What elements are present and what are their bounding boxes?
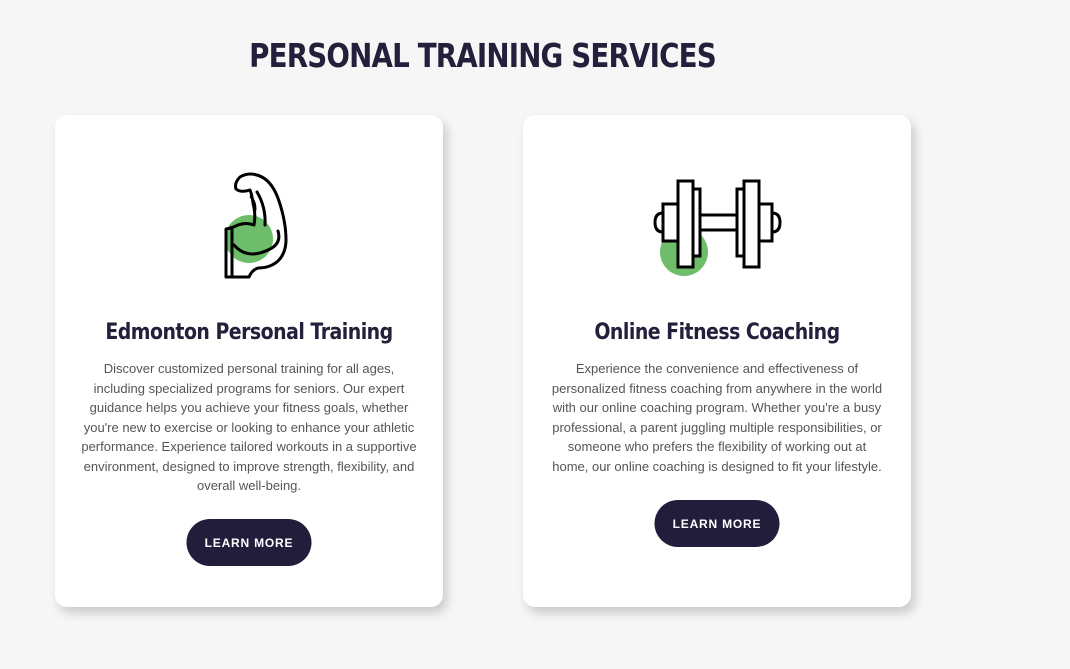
service-card-online-coaching: Online Fitness Coaching Experience the c… [523,115,911,607]
learn-more-button[interactable]: LEARN MORE [186,519,312,566]
dumbbell-icon [647,167,787,282]
service-card-personal-training: Edmonton Personal Training Discover cust… [55,115,443,607]
card-description: Discover customized personal training fo… [81,361,417,493]
card-description: Experience the convenience and effective… [551,361,883,474]
flexed-bicep-icon [194,167,304,292]
card-title: Online Fitness Coaching [594,320,840,345]
learn-more-button[interactable]: LEARN MORE [654,500,780,547]
card-title: Edmonton Personal Training [105,320,393,345]
section-title: PERSONAL TRAINING SERVICES [249,36,716,75]
